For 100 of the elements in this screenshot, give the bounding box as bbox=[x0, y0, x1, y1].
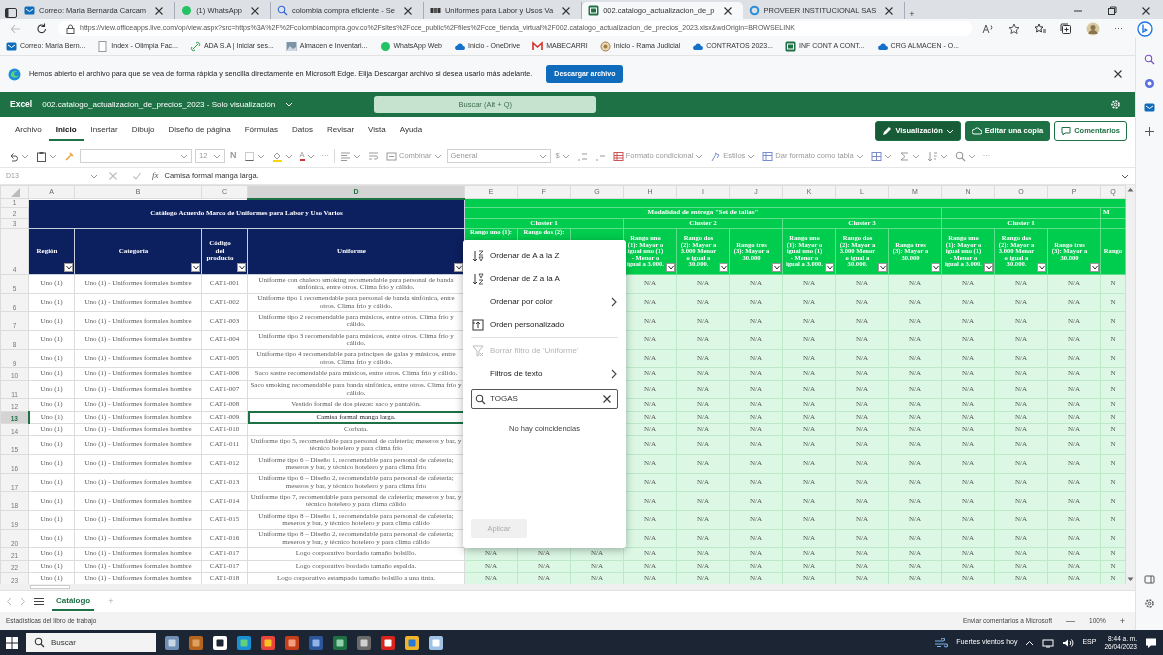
filter-button[interactable] bbox=[984, 263, 993, 272]
avatar-icon bbox=[1086, 21, 1100, 36]
app-icon[interactable] bbox=[236, 634, 252, 651]
filter-button[interactable] bbox=[454, 263, 463, 272]
app-icon[interactable] bbox=[212, 634, 228, 651]
more-button[interactable]: ··· bbox=[1110, 24, 1127, 33]
undo-icon bbox=[8, 150, 19, 162]
cloud-icon bbox=[454, 41, 465, 52]
filter-button[interactable] bbox=[1090, 263, 1099, 272]
filter-button[interactable] bbox=[719, 263, 728, 272]
borders-icon bbox=[243, 150, 255, 162]
filter-button[interactable] bbox=[878, 263, 887, 272]
ribbon-tab[interactable]: Dibujo bbox=[124, 121, 162, 141]
restore-icon bbox=[1107, 5, 1117, 16]
zoom-out-button[interactable]: — bbox=[1062, 616, 1080, 626]
sum-icon bbox=[898, 150, 910, 162]
close-icon bbox=[722, 5, 733, 16]
sheet-tab[interactable]: Catálogo bbox=[52, 592, 95, 611]
search-icon bbox=[34, 637, 45, 648]
network-icon[interactable] bbox=[1042, 637, 1055, 648]
app-icon[interactable] bbox=[284, 634, 300, 651]
caret-icon bbox=[213, 152, 221, 160]
caret-icon bbox=[433, 152, 442, 160]
caret-icon bbox=[879, 265, 886, 270]
edge-icon bbox=[8, 67, 21, 81]
caret-icon bbox=[455, 265, 462, 270]
close-icon bbox=[1141, 5, 1151, 16]
ribbon-tab[interactable]: Archivo bbox=[8, 121, 49, 141]
filter-button[interactable] bbox=[825, 263, 834, 272]
ribbon-tab[interactable]: Insertar bbox=[83, 121, 125, 141]
search-field[interactable]: Buscar bbox=[26, 633, 156, 652]
close-icon bbox=[108, 171, 118, 181]
filter-button[interactable] bbox=[237, 263, 246, 272]
reload-icon bbox=[36, 22, 48, 35]
app-icon[interactable] bbox=[308, 634, 324, 651]
ribbon-tab[interactable]: Revisar bbox=[319, 121, 362, 141]
windows-icon[interactable] bbox=[6, 636, 18, 649]
notifications-icon[interactable] bbox=[1145, 636, 1157, 649]
ribbon-tab[interactable]: Datos bbox=[285, 121, 320, 141]
close-icon bbox=[602, 394, 612, 404]
ribbon-tab[interactable]: Ayuda bbox=[392, 121, 430, 141]
caret-icon bbox=[967, 152, 976, 160]
close-icon bbox=[250, 5, 260, 16]
caret-icon bbox=[285, 101, 294, 108]
stripes-icon bbox=[429, 5, 441, 16]
fill-icon bbox=[271, 150, 283, 162]
ribbon-tab[interactable]: Inicio bbox=[48, 121, 84, 141]
app-icon[interactable] bbox=[428, 634, 444, 651]
ribbon-tab[interactable]: Vista bbox=[361, 121, 393, 141]
new-tab-button[interactable]: + bbox=[905, 10, 919, 19]
menu-icon[interactable] bbox=[34, 597, 44, 606]
close-icon bbox=[561, 5, 572, 16]
app-icon[interactable] bbox=[356, 634, 372, 651]
chevron-icon bbox=[610, 296, 618, 307]
function-label: fx bbox=[152, 169, 159, 183]
decimal-icon bbox=[576, 150, 588, 162]
app-icon[interactable] bbox=[164, 634, 180, 651]
merge-icon bbox=[386, 150, 397, 162]
app-icon[interactable] bbox=[332, 634, 348, 651]
plus-icon bbox=[1144, 126, 1155, 137]
filter-button[interactable] bbox=[1037, 263, 1046, 272]
search-icon bbox=[277, 5, 288, 16]
sort-icon bbox=[926, 150, 938, 162]
volume-icon[interactable] bbox=[1062, 637, 1075, 648]
filter-button[interactable] bbox=[931, 263, 940, 272]
caret-icon bbox=[65, 265, 72, 270]
filter-button[interactable] bbox=[666, 263, 675, 272]
search-icon bbox=[1144, 54, 1155, 65]
app-icon[interactable] bbox=[260, 634, 276, 651]
comment-icon bbox=[1061, 126, 1072, 136]
sort-ascending-icon bbox=[471, 249, 484, 262]
filter-button[interactable] bbox=[64, 263, 73, 272]
address-field[interactable] bbox=[58, 21, 972, 36]
caret-icon bbox=[985, 265, 992, 270]
zoom-in-button[interactable]: + bbox=[1115, 616, 1129, 626]
tab-actions-icon[interactable] bbox=[4, 7, 18, 19]
lock-icon bbox=[66, 23, 75, 34]
app-icon[interactable] bbox=[380, 634, 396, 651]
chevron-icon[interactable] bbox=[1025, 639, 1035, 646]
expand-icon[interactable] bbox=[1121, 172, 1129, 180]
menu-item[interactable]: Ordenar por color bbox=[463, 290, 626, 313]
caret-icon bbox=[720, 265, 727, 270]
filter-button[interactable] bbox=[772, 263, 781, 272]
menu-item[interactable]: Orden personalizado bbox=[463, 313, 626, 336]
favorites-list-icon bbox=[1034, 22, 1046, 35]
seal-icon bbox=[599, 41, 611, 52]
search-field[interactable]: TOGAS bbox=[471, 389, 618, 409]
font-field[interactable] bbox=[80, 149, 192, 163]
caret-icon bbox=[695, 152, 704, 160]
brush-icon bbox=[710, 150, 722, 162]
close-icon bbox=[402, 5, 413, 16]
ribbon-tab[interactable]: Diseño de página bbox=[161, 121, 238, 141]
ribbon-tab[interactable]: Fórmulas bbox=[237, 121, 285, 141]
file-title[interactable]: 002.catalogo_actualizacion_de_precios_2023 - Solo visualización bbox=[42, 98, 276, 111]
align-icon bbox=[340, 150, 351, 162]
filter-button[interactable] bbox=[191, 263, 200, 272]
wind-icon[interactable] bbox=[934, 637, 949, 648]
menu-item[interactable]: Filtros de texto bbox=[463, 362, 626, 385]
app-icon[interactable] bbox=[404, 634, 420, 651]
app-icon[interactable] bbox=[188, 634, 204, 651]
